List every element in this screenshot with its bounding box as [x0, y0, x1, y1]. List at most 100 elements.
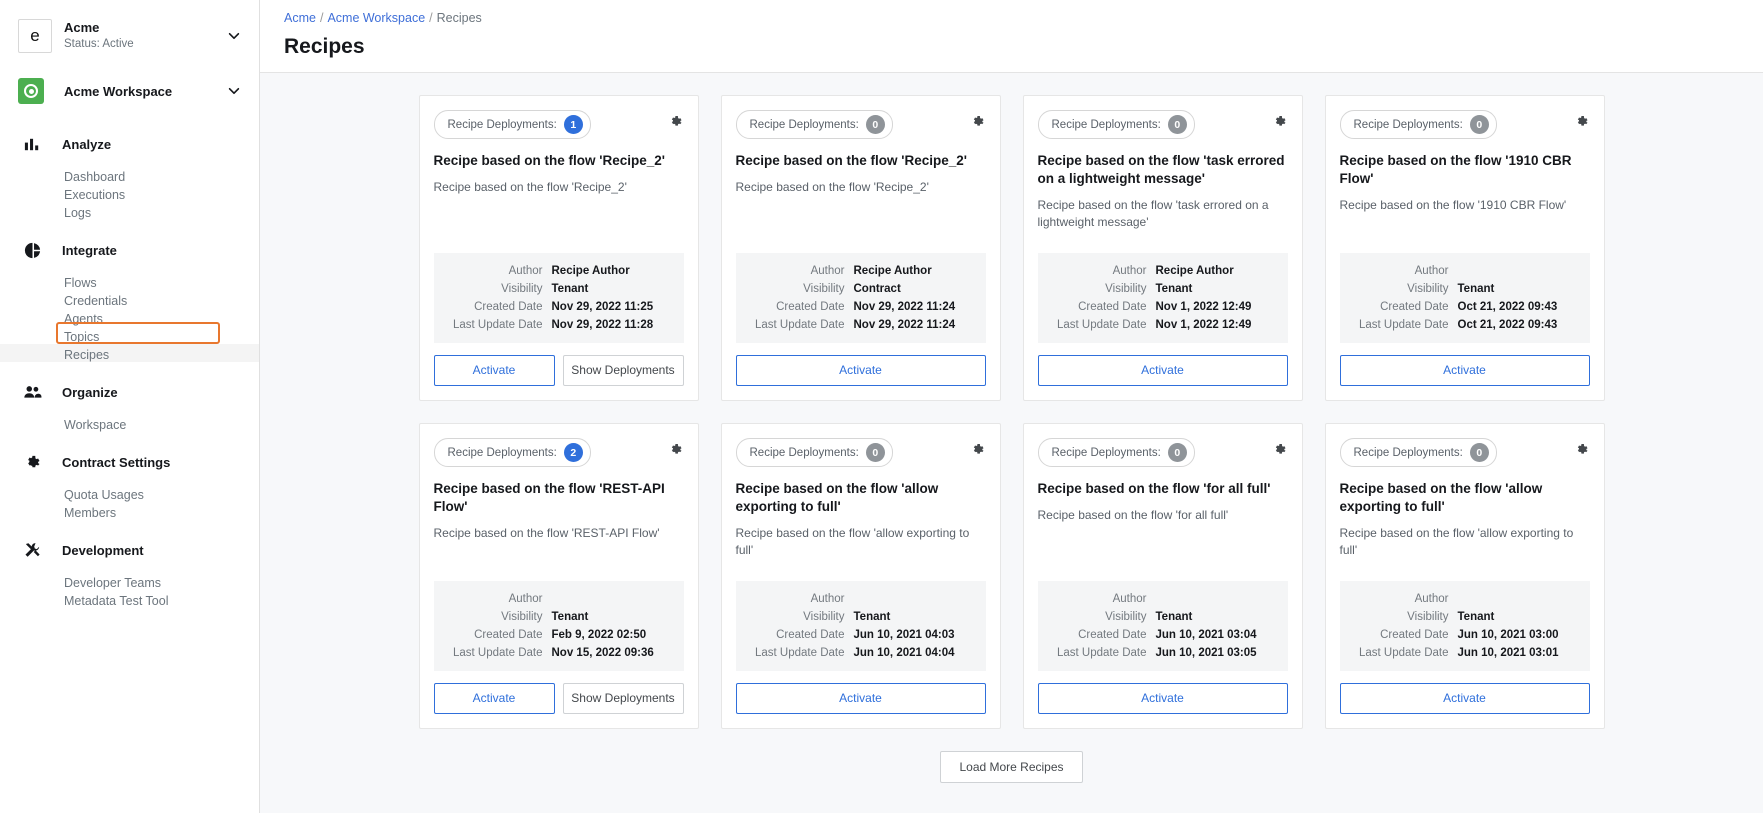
sidebar-item-flows[interactable]: Flows: [0, 272, 259, 290]
info-value-created-date: Nov 29, 2022 11:25: [551, 301, 654, 313]
activate-button[interactable]: Activate: [1037, 355, 1288, 386]
info-row-visibility: Visibility Tenant: [444, 280, 674, 298]
nav-header-organize[interactable]: Organize: [0, 376, 259, 408]
org-logo-initial: e: [30, 26, 40, 45]
card-header: Recipe Deployments: 0: [1037, 438, 1288, 467]
activate-button[interactable]: Activate: [1339, 683, 1590, 714]
tools-icon: [20, 541, 44, 560]
workspace-logo-icon: [18, 78, 44, 104]
gear-icon[interactable]: [1271, 441, 1288, 458]
activate-button[interactable]: Activate: [433, 355, 555, 386]
sidebar-item-quota-usages[interactable]: Quota Usages: [0, 484, 259, 502]
recipe-deployments-pill[interactable]: Recipe Deployments: 0: [1037, 438, 1195, 467]
info-value-author: Recipe Author: [853, 265, 932, 277]
org-selector[interactable]: e Acme Status: Active: [0, 10, 259, 62]
activate-button[interactable]: Activate: [1037, 683, 1288, 714]
breadcrumb-item-recipes: Recipes: [436, 11, 482, 25]
card-spacer: [434, 196, 684, 243]
recipe-card: Recipe Deployments: 0 Recipe based on the …: [1022, 423, 1303, 729]
recipe-title: Recipe based on the flow '1910 CBR Flow': [1339, 153, 1572, 186]
recipe-deployments-pill[interactable]: Recipe Deployments: 0: [735, 438, 893, 467]
breadcrumb: Acme / Acme Workspace / Recipes: [284, 10, 1739, 26]
info-label-last-update-date: Last Update Date: [754, 647, 845, 659]
nav-header-analyze[interactable]: Analyze: [0, 128, 259, 160]
card-spacer: [736, 196, 986, 243]
recipe-deployments-count: 0: [865, 115, 885, 134]
nav-header-development[interactable]: Development: [0, 534, 259, 566]
recipe-card: Recipe Deployments: 0 Recipe based on the …: [1324, 423, 1605, 729]
info-value-author: Recipe Author: [1155, 265, 1234, 277]
info-row-last-update-date: Last Update Date Oct 21, 2022 09:43: [1350, 316, 1580, 334]
card-actions: Activate: [1037, 683, 1288, 714]
recipe-card: Recipe Deployments: 0 Recipe based on the …: [1324, 95, 1605, 401]
sidebar-item-executions[interactable]: Executions: [0, 184, 259, 202]
recipe-deployments-pill[interactable]: Recipe Deployments: 2: [433, 438, 591, 467]
recipe-title: Recipe based on the flow 'Recipe_2': [735, 153, 967, 168]
chevron-down-icon[interactable]: [225, 82, 243, 100]
recipe-title: Recipe based on the flow 'allow exportin…: [735, 481, 939, 514]
recipe-title: Recipe based on the flow 'for all full': [1037, 481, 1271, 496]
gear-icon[interactable]: [1573, 441, 1590, 458]
card-header: Recipe Deployments: 0: [1339, 110, 1590, 139]
nav-header-label: Organize: [62, 384, 118, 400]
page-title: Recipes: [284, 35, 365, 58]
recipe-title: Recipe based on the flow 'REST-API Flow': [433, 481, 665, 514]
recipes-content: Recipe Deployments: 1 Recipe based on the …: [260, 73, 1763, 813]
gear-icon[interactable]: [1271, 113, 1288, 130]
sidebar-item-workspace[interactable]: Workspace: [0, 414, 259, 432]
chevron-down-icon[interactable]: [225, 27, 243, 45]
info-value-author: Recipe Author: [551, 265, 630, 277]
sidebar-item-logs[interactable]: Logs: [0, 202, 259, 220]
activate-button[interactable]: Activate: [433, 683, 555, 714]
sidebar-item-metadata-test-tool[interactable]: Metadata Test Tool: [0, 590, 259, 608]
gear-icon[interactable]: [969, 113, 986, 130]
recipe-deployments-pill[interactable]: Recipe Deployments: 0: [1339, 438, 1497, 467]
info-label-visibility: Visibility: [501, 283, 543, 295]
recipe-info-table: Author Visibility Tenant Created Date Feb 9,…: [433, 581, 684, 671]
sidebar-item-topics[interactable]: Topics: [0, 326, 259, 344]
breadcrumb-item-acme-workspace[interactable]: Acme Workspace: [327, 11, 425, 25]
org-name: Acme: [64, 20, 100, 35]
activate-button[interactable]: Activate: [735, 683, 986, 714]
recipe-deployments-pill[interactable]: Recipe Deployments: 0: [735, 110, 893, 139]
recipe-card: Recipe Deployments: 1 Recipe based on the …: [418, 95, 699, 401]
recipe-deployments-pill[interactable]: Recipe Deployments: 0: [1037, 110, 1195, 139]
recipe-title: Recipe based on the flow 'task errored o…: [1037, 153, 1285, 186]
info-row-author: Author: [444, 590, 674, 608]
recipe-deployments-label: Recipe Deployments:: [1051, 446, 1161, 459]
info-label-visibility: Visibility: [501, 611, 543, 623]
nav-header-integrate[interactable]: Integrate: [0, 234, 259, 266]
sidebar-item-members[interactable]: Members: [0, 502, 259, 520]
sidebar-item-developer-teams[interactable]: Developer Teams: [0, 572, 259, 590]
workspace-selector[interactable]: Acme Workspace: [0, 68, 259, 114]
org-status: Status: Active: [64, 38, 134, 50]
activate-button[interactable]: Activate: [735, 355, 986, 386]
gear-icon[interactable]: [667, 441, 684, 458]
info-label-visibility: Visibility: [1105, 611, 1147, 623]
recipe-deployments-pill[interactable]: Recipe Deployments: 1: [433, 110, 591, 139]
nav-header-contract-settings[interactable]: Contract Settings: [0, 446, 259, 478]
info-value-visibility: Tenant: [1457, 283, 1495, 295]
info-label-created-date: Created Date: [1078, 301, 1147, 313]
gear-icon[interactable]: [969, 441, 986, 458]
show-deployments-button[interactable]: Show Deployments: [562, 683, 684, 714]
info-row-visibility: Visibility Contract: [746, 280, 976, 298]
show-deployments-button[interactable]: Show Deployments: [562, 355, 684, 386]
recipe-deployments-pill[interactable]: Recipe Deployments: 0: [1339, 110, 1497, 139]
sidebar-item-agents[interactable]: Agents: [0, 308, 259, 326]
gear-icon[interactable]: [667, 113, 684, 130]
info-value-author: [1458, 590, 1580, 608]
sidebar-item-dashboard[interactable]: Dashboard: [0, 166, 259, 184]
recipe-deployments-count: 0: [1469, 115, 1489, 134]
info-row-last-update-date: Last Update Date Jun 10, 2021 04:04: [746, 644, 976, 662]
card-spacer: [736, 559, 986, 571]
activate-button[interactable]: Activate: [1339, 355, 1590, 386]
sidebar-item-credentials[interactable]: Credentials: [0, 290, 259, 308]
info-label-visibility: Visibility: [803, 611, 845, 623]
recipe-description: Recipe based on the flow 'REST-API Flow': [433, 526, 660, 540]
sidebar-item-recipes[interactable]: Recipes: [0, 344, 259, 362]
card-spacer: [1038, 231, 1288, 243]
gear-icon[interactable]: [1573, 113, 1590, 130]
breadcrumb-item-acme[interactable]: Acme: [284, 11, 316, 25]
load-more-recipes-button[interactable]: Load More Recipes: [940, 751, 1083, 783]
